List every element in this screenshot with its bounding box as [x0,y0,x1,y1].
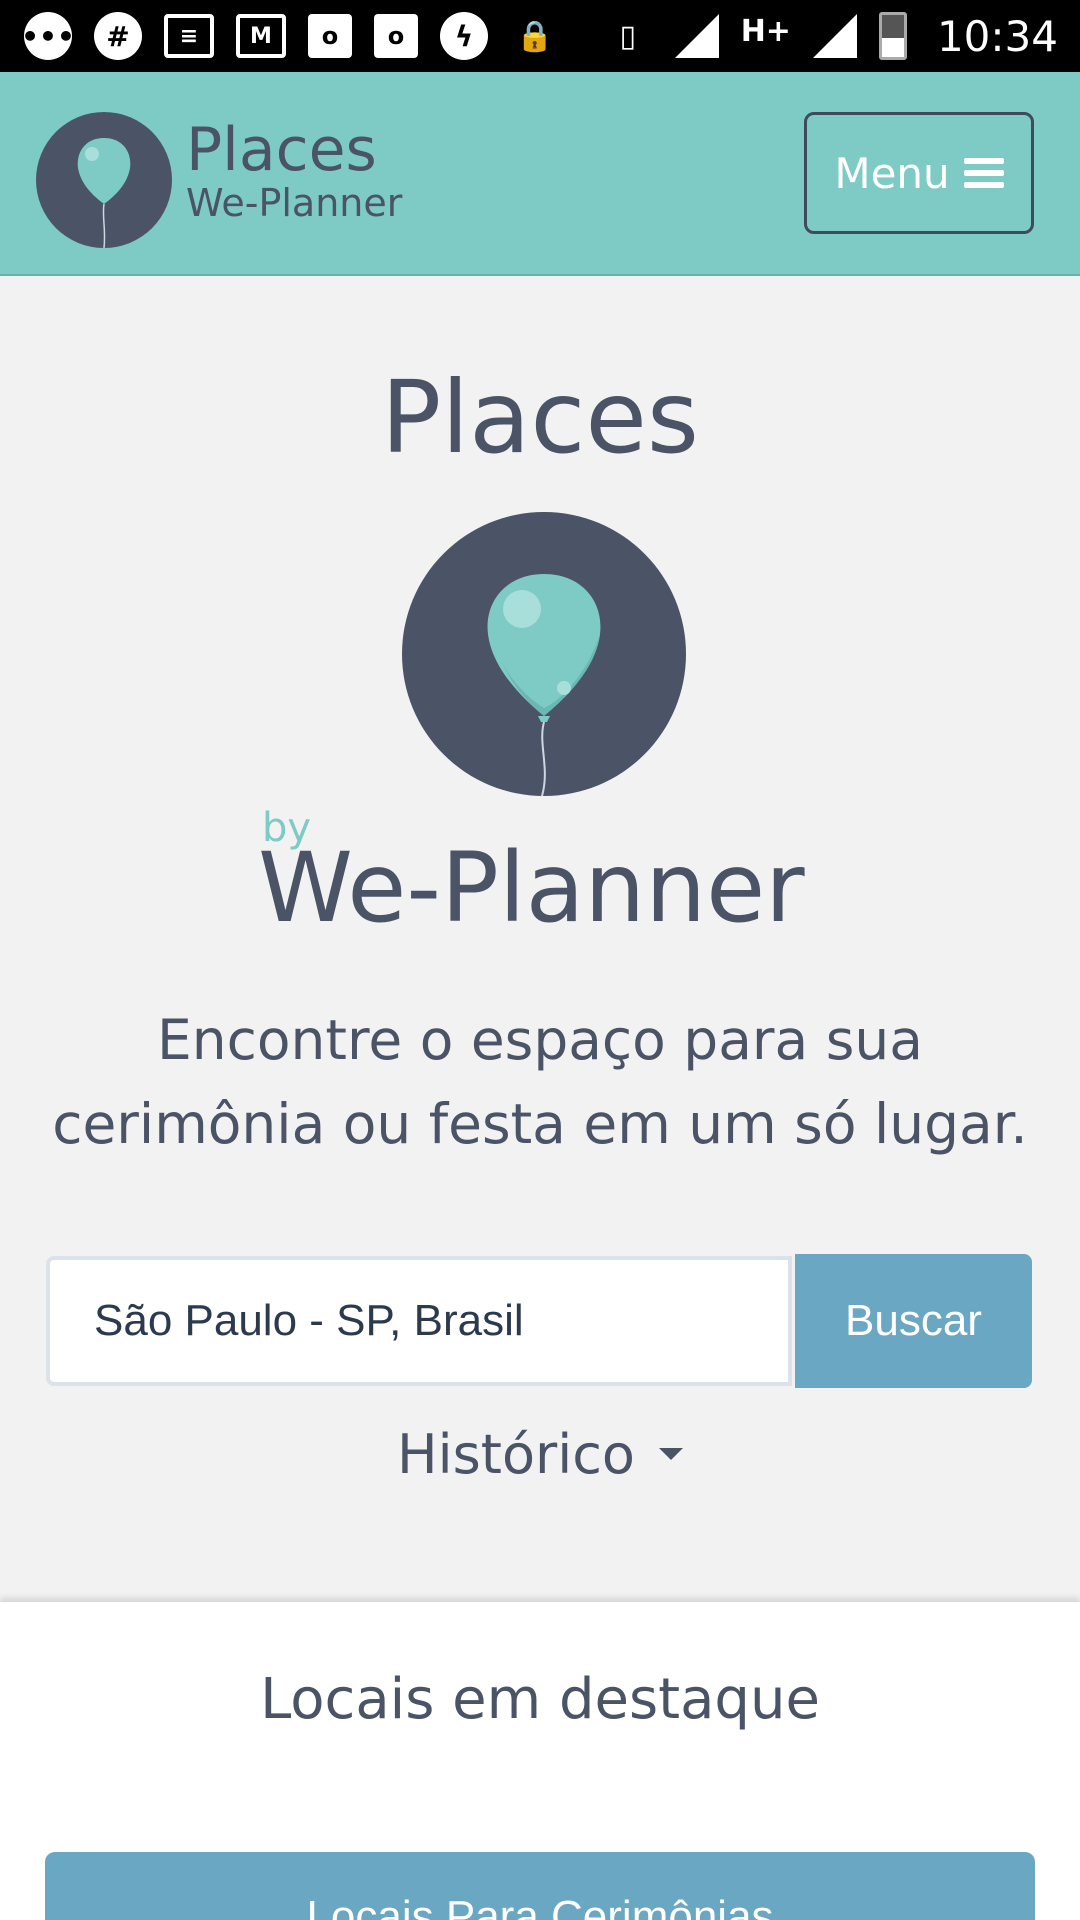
location-search-input[interactable] [46,1256,792,1386]
menu-button[interactable]: Menu [804,112,1034,234]
hero-title: Places [381,359,699,476]
gmail-icon: M [236,14,286,58]
menu-button-label: Menu [834,148,950,198]
tagline-line: Encontre o espaço para sua [157,1008,923,1072]
header-subtitle: We-Planner [186,181,403,225]
vibrate-icon: ▯ [619,18,636,54]
tagline-line: cerimônia ou festa em um só lugar. [52,1092,1028,1156]
news-icon: ≡ [164,14,214,58]
messenger-icon: ϟ [440,12,488,60]
slack-icon: # [94,12,142,60]
featured-title: Locais em destaque [260,1667,820,1732]
signal-icon [674,14,719,58]
history-dropdown[interactable]: Histórico [0,1418,1080,1490]
clock: 10:34 [936,11,1058,61]
header-title: Places [186,115,377,185]
ceremony-places-button[interactable]: Locais Para Cerimônias [45,1852,1035,1920]
status-bar: ••• # ≡ M o o ϟ 🔒 ▯ H+ 10:34 [0,0,1080,72]
balloon-logo-icon [402,512,686,796]
hero-brand: We-Planner [258,832,805,944]
history-label: Histórico [397,1422,635,1486]
chat-bubble-icon: ••• [21,12,75,60]
tagline: Encontre o espaço para sua cerimônia ou … [30,998,1050,1166]
caret-down-icon [658,1448,683,1460]
network-type: H+ [740,13,791,49]
outlook-icon: o [308,14,352,58]
lock-icon: 🔒 [516,18,554,54]
signal-icon [812,14,857,58]
system-icons: ▯ H+ 10:34 [603,12,1058,61]
hamburger-icon [963,158,1004,188]
outlook-icon: o [374,14,418,58]
featured-section: Locais em destaque Locais Para Cerimônia… [0,1602,1080,1920]
notification-icons: ••• # ≡ M o o ϟ 🔒 [21,12,560,60]
search-button[interactable]: Buscar [795,1254,1032,1388]
balloon-logo-icon[interactable] [36,112,172,248]
battery-icon [878,12,907,60]
app-header: Places We-Planner Menu [0,72,1080,276]
